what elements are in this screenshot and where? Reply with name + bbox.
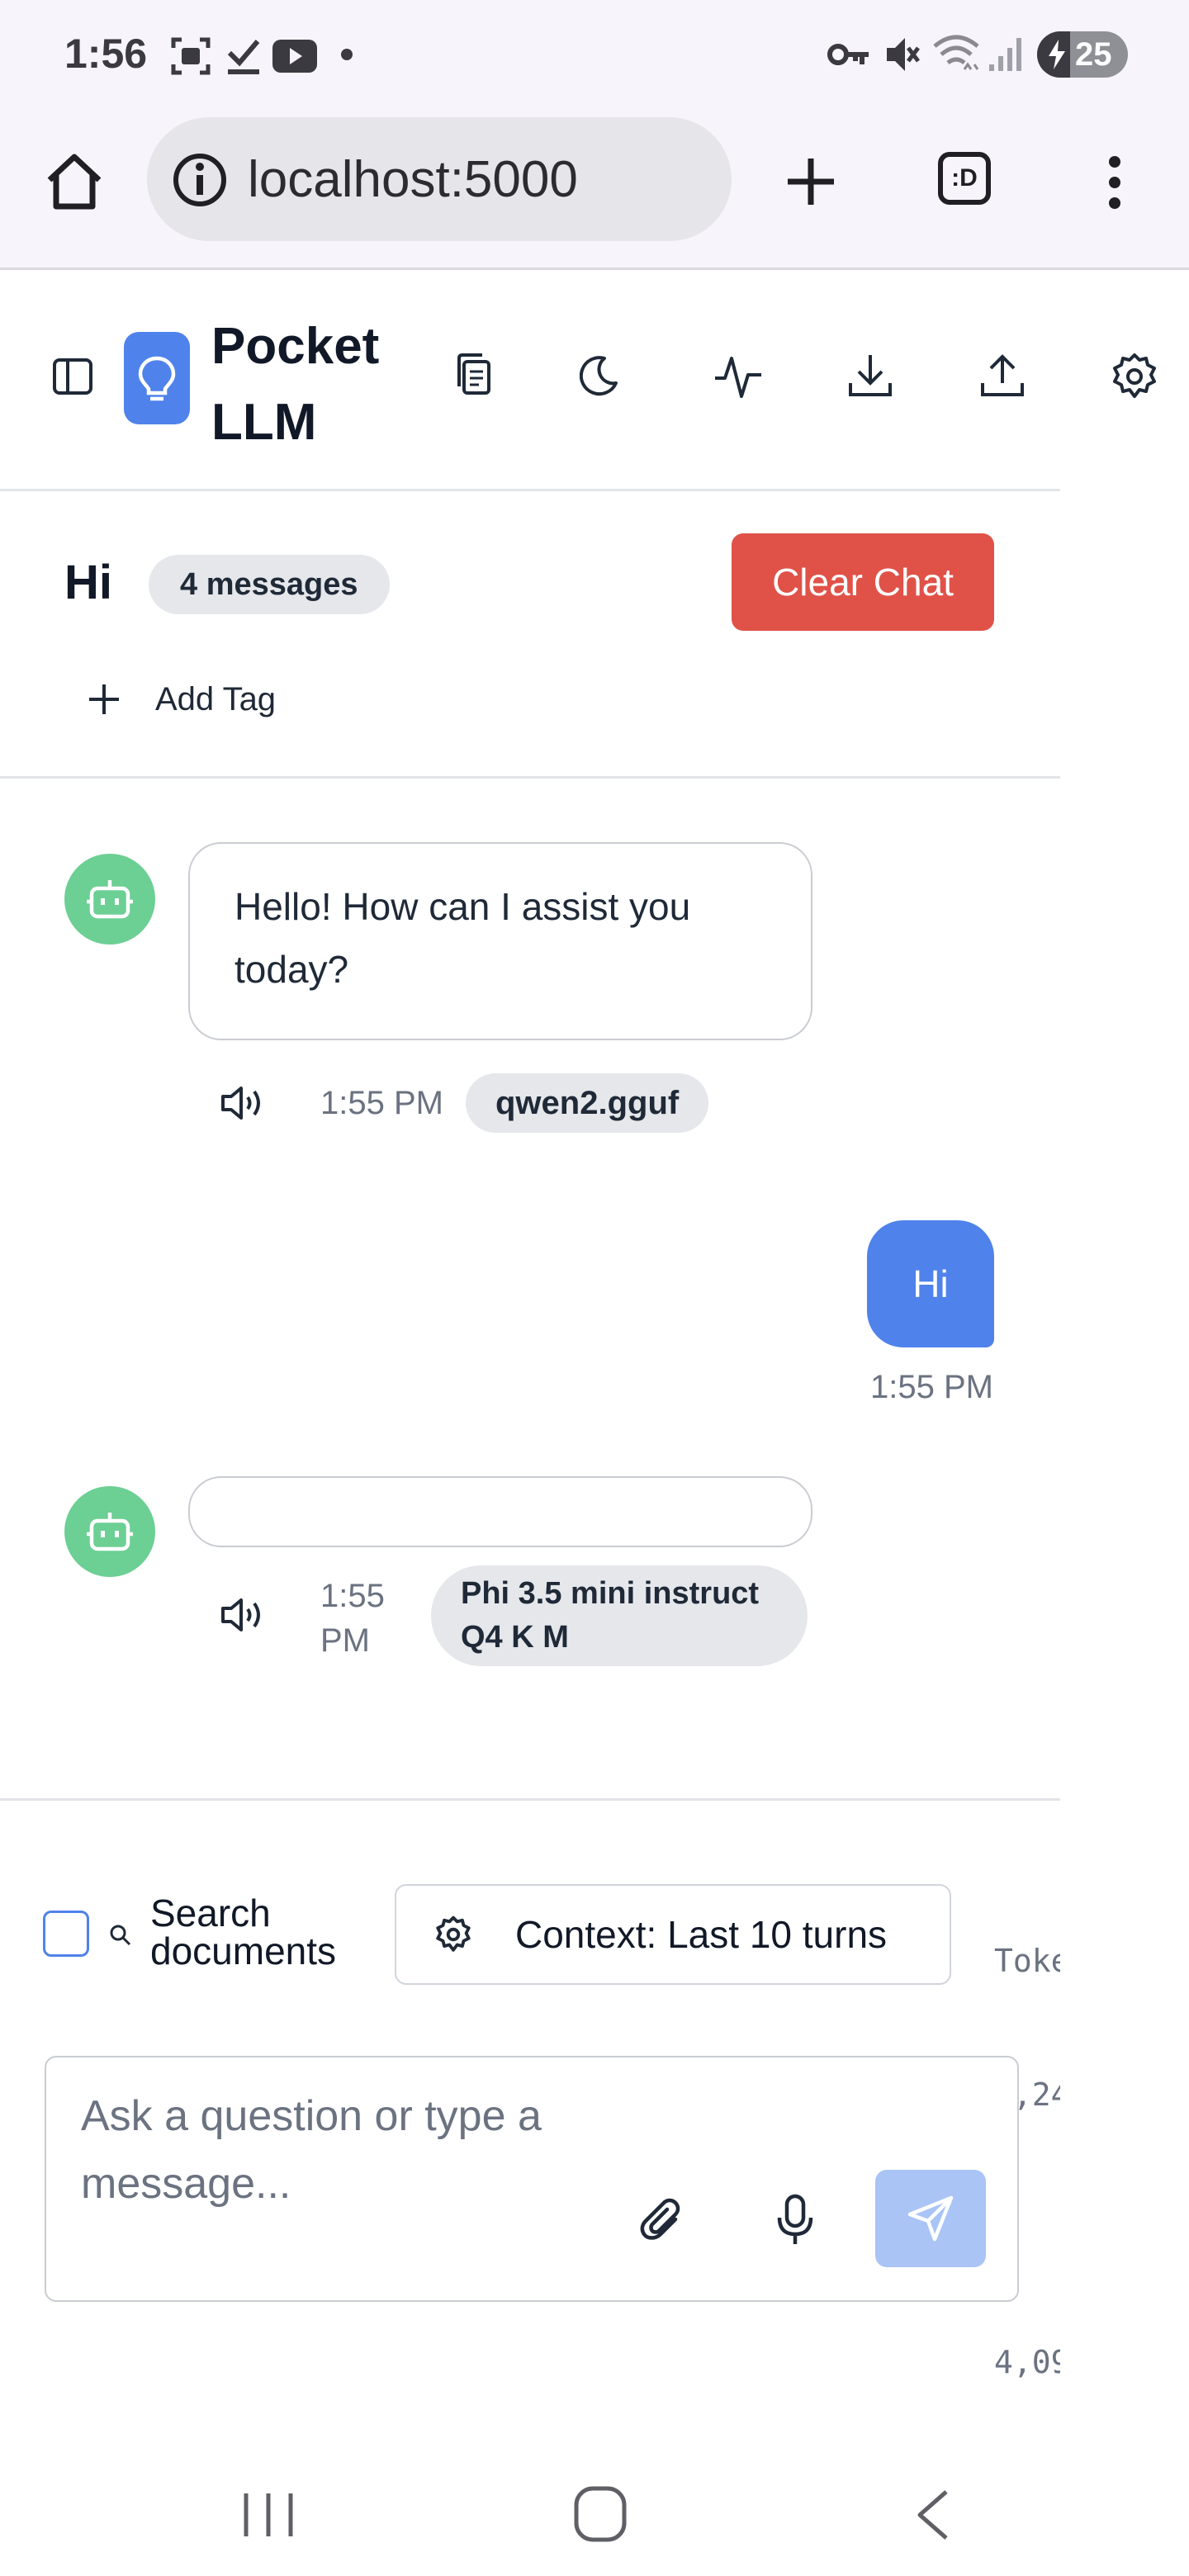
app-header: Pocket LLM [0,268,1156,491]
context-settings-button[interactable]: Context: Last 10 turns [395,1884,951,1985]
clear-chat-button[interactable]: Clear Chat [732,533,994,631]
more-menu-icon[interactable] [1098,154,1131,211]
add-tag-label: Add Tag [155,680,277,717]
divider [0,1798,1060,1801]
chat-header: Hi 4 messages Clear Chat Add Tag [0,489,1060,779]
app-title-line2: LLM [211,394,317,451]
model-badge: qwen2.gguf [466,1073,709,1133]
download-icon[interactable] [844,350,897,403]
battery-icon: 25 [1037,31,1128,78]
tokens-max: 4,09 [994,2344,1060,2380]
user-message-bubble: Hi [867,1220,994,1347]
settings-icon [436,1915,471,1952]
tokens-label: Tokens [994,1943,1060,1979]
dot-icon [341,49,353,60]
assistant-message-bubble [188,1476,812,1547]
address-bar[interactable]: localhost:5000 [147,117,732,241]
status-time: 1:56 [64,31,148,77]
vpn-key-icon [827,44,869,65]
status-bar: 1:56 25 [0,0,1189,109]
plus-icon [89,684,119,714]
assistant-message-text: Hello! How can I assist you today? [234,885,691,991]
microphone-icon[interactable] [775,2193,816,2247]
send-icon [907,2195,954,2242]
browser-toolbar: localhost:5000 :D [0,109,1189,270]
app-logo [124,332,190,424]
message-time: 1:55 PM [320,1578,385,1659]
search-documents-label[interactable]: Search documents [150,1894,373,1970]
battery-level: 25 [1075,36,1112,73]
sidebar-toggle-icon[interactable] [51,355,94,398]
home-nav-icon[interactable] [571,2484,629,2545]
app-title: Pocket LLM [211,309,401,461]
search-documents-checkbox[interactable] [43,1911,89,1957]
upload-icon[interactable] [976,350,1029,403]
message-time: 1:55 PM [870,1369,993,1405]
tab-switcher-button[interactable]: :D [938,152,991,205]
message-count-badge: 4 messages [149,555,390,614]
system-nav-bar [0,2444,1189,2576]
url-text[interactable]: localhost:5000 [248,150,578,209]
copy-icon[interactable] [448,350,500,403]
message-composer[interactable]: Ask a question or type a message... [45,2056,1019,2302]
bot-icon [87,1513,133,1551]
signal-icon [989,38,1021,71]
recent-apps-icon[interactable] [239,2490,297,2540]
site-info-icon[interactable] [172,152,228,208]
wifi-icon [933,35,979,70]
speaker-icon[interactable] [220,1595,268,1635]
model-badge: Phi 3.5 mini instruct Q4 K M [431,1565,808,1666]
lightbulb-icon [138,356,176,401]
youtube-icon [272,40,317,73]
search-icon [110,1925,131,1946]
back-icon[interactable] [912,2487,953,2543]
message-time: 1:55 PM [320,1085,443,1121]
bot-icon [87,880,133,919]
settings-icon[interactable] [1108,350,1161,403]
bot-avatar [64,854,155,945]
context-label: Context: Last 10 turns [515,1913,888,1956]
chat-title[interactable]: Hi [64,555,112,610]
check-icon [227,40,260,74]
home-icon[interactable] [43,150,106,213]
screenshot-icon [171,37,211,75]
app-title-line1: Pocket [211,318,380,375]
message-input-placeholder[interactable]: Ask a question or type a message... [81,2082,642,2218]
send-button[interactable] [875,2170,986,2267]
paperclip-icon[interactable] [639,2196,689,2246]
assistant-message-bubble: Hello! How can I assist you today? [188,842,812,1040]
speaker-icon[interactable] [220,1083,268,1123]
mute-icon [887,38,920,71]
bot-avatar [64,1486,155,1577]
moon-icon[interactable] [580,350,632,403]
add-tag-button[interactable]: Add Tag [86,670,276,728]
new-tab-icon[interactable] [784,155,837,208]
activity-icon[interactable] [712,350,765,403]
